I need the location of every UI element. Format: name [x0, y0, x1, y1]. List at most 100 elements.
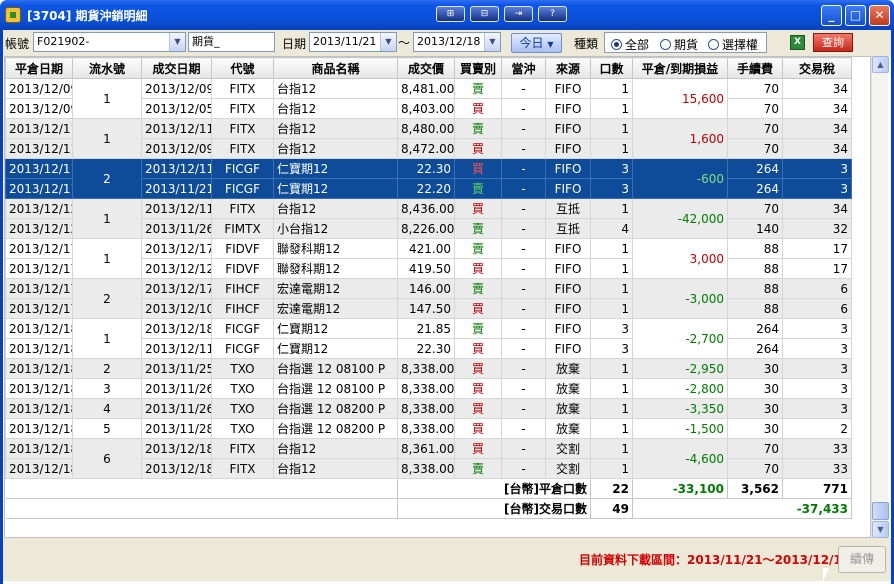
cell-code: FICGF — [211, 158, 274, 179]
continue-download-button[interactable]: 續傳 — [838, 546, 886, 573]
cell-seq: 5 — [72, 418, 142, 439]
cell-daytrade: - — [501, 158, 546, 179]
col-pnl[interactable]: 平倉/到期損益 — [632, 57, 728, 79]
cell-trade-date: 2013/12/09 — [141, 138, 212, 159]
table-row[interactable]: 2013/12/18 5 2013/11/28 TXO 台指選 12 08200 P 8,… — [5, 418, 852, 439]
cell-tax: 3 — [782, 358, 852, 379]
scroll-down-icon[interactable]: ▼ — [872, 521, 889, 538]
col-trade-date[interactable]: 成交日期 — [141, 57, 212, 79]
cell-tax: 32 — [782, 218, 852, 239]
table-row[interactable]: 2013/12/12 1 2013/12/11 FITX 台指12 8,436.00 買 - 互… — [5, 198, 852, 239]
cell-code: FITX — [211, 118, 274, 139]
cell-product-name: 聯發科期12 — [273, 238, 398, 259]
col-tax[interactable]: 交易稅 — [782, 57, 852, 79]
cell-close-date: 2013/12/18 — [5, 338, 73, 359]
excel-export-icon[interactable]: X — [790, 35, 805, 50]
type-option-label: 期貨 — [674, 38, 699, 52]
date-label: 日期 — [282, 37, 307, 51]
cell-tax: 34 — [782, 98, 852, 119]
chevron-down-icon[interactable]: ▼ — [380, 33, 396, 51]
minimize-button[interactable]: _ — [821, 5, 842, 26]
col-source[interactable]: 來源 — [545, 57, 591, 79]
col-fee[interactable]: 手續費 — [727, 57, 783, 79]
cell-side: 買 — [454, 338, 502, 359]
type-radio-all[interactable]: 全部 — [611, 36, 649, 53]
type-radio-futures[interactable]: 期貨 — [660, 36, 698, 53]
cell-qty: 1 — [590, 418, 633, 439]
col-qty[interactable]: 口數 — [590, 57, 633, 79]
title-bar[interactable]: [3704] 期貨沖銷明細 ⊞ ⊟ ⇥ ? _ □ ✕ — [0, 0, 894, 30]
col-close-date[interactable]: 平倉日期 — [5, 57, 73, 79]
query-button[interactable]: 查詢 — [813, 33, 853, 52]
col-price[interactable]: 成交價 — [397, 57, 455, 79]
table-row[interactable]: 2013/12/18 2 2013/11/25 TXO 台指選 12 08100 P 8,… — [5, 358, 852, 379]
cell-daytrade: - — [501, 338, 546, 359]
cell-product-name: 台指選 12 08200 P — [273, 398, 398, 419]
export-button[interactable]: ⇥ — [504, 6, 533, 22]
scroll-up-icon[interactable]: ▲ — [872, 56, 889, 73]
type-radio-options[interactable]: 選擇權 — [708, 36, 758, 53]
cell-fee: 88 — [727, 298, 783, 319]
cell-pnl: -2,700 — [632, 318, 728, 359]
maximize-button[interactable]: □ — [845, 5, 866, 26]
cell-seq: 2 — [72, 278, 142, 319]
cell-fee: 30 — [727, 378, 783, 399]
cell-side: 買 — [454, 438, 502, 459]
cell-product-name: 仁寶期12 — [273, 338, 398, 359]
help-button[interactable]: ? — [538, 6, 567, 22]
col-daytrade[interactable]: 當沖 — [501, 57, 546, 79]
col-side[interactable]: 買賣別 — [454, 57, 502, 79]
cell-daytrade: - — [501, 178, 546, 199]
split-view-button[interactable]: ⊟ — [470, 6, 499, 22]
cell-side: 買 — [454, 418, 502, 439]
cell-fee: 140 — [727, 218, 783, 239]
account-select[interactable]: F021902- ▼ — [33, 32, 186, 52]
col-product-name[interactable]: 商品名稱 — [273, 57, 398, 79]
scrollbar-thumb[interactable] — [872, 502, 889, 520]
cell-tax: 6 — [782, 278, 852, 299]
cell-close-date: 2013/12/11 — [5, 178, 73, 199]
cell-fee: 88 — [727, 258, 783, 279]
cell-close-date: 2013/12/12 — [5, 218, 73, 239]
cell-qty: 1 — [590, 438, 633, 459]
col-seq[interactable]: 流水號 — [72, 57, 142, 79]
cell-tax: 3 — [782, 378, 852, 399]
table-row[interactable]: 2013/12/09 1 2013/12/09 FITX 台指12 8,481.00 賣 - F… — [5, 78, 852, 119]
cell-tax: 34 — [782, 198, 852, 219]
cell-source: 放棄 — [545, 418, 591, 439]
date-to-picker[interactable]: 2013/12/18 ▼ — [413, 32, 501, 52]
cell-side: 買 — [454, 98, 502, 119]
cell-close-date: 2013/12/11 — [5, 138, 73, 159]
cell-trade-date: 2013/12/11 — [141, 338, 212, 359]
cell-product-name: 台指選 12 08200 P — [273, 418, 398, 439]
chevron-down-icon[interactable]: ▼ — [484, 33, 500, 51]
chevron-down-icon[interactable]: ▼ — [169, 33, 185, 51]
cell-product-name: 台指12 — [273, 138, 398, 159]
account-type-field[interactable]: 期貨_ — [188, 32, 275, 52]
cell-price: 421.00 — [397, 238, 455, 259]
cell-side: 買 — [454, 378, 502, 399]
account-label: 帳號 — [5, 37, 30, 51]
cell-code: FICGF — [211, 318, 274, 339]
cell-daytrade: - — [501, 98, 546, 119]
cell-trade-date: 2013/11/26 — [141, 218, 212, 239]
summary-row-close-qty: [台幣]平倉口數 22 -33,100 3,562 771 — [5, 478, 852, 499]
close-button[interactable]: ✕ — [869, 5, 890, 26]
table-row[interactable]: 2013/12/18 1 2013/12/18 FICGF 仁寶期12 21.85 賣 - FI… — [5, 318, 852, 359]
date-from-picker[interactable]: 2013/11/21 ▼ — [309, 32, 397, 52]
today-button[interactable]: 今日 ▼ — [511, 33, 562, 53]
cell-tax: 3 — [782, 158, 852, 179]
cell-seq: 1 — [72, 78, 142, 119]
layout-toggle-button[interactable]: ⊞ — [436, 6, 465, 22]
col-code[interactable]: 代號 — [211, 57, 274, 79]
table-row[interactable]: 2013/12/17 1 2013/12/17 FIDVF 聯發科期12 421.00 賣 -… — [5, 238, 852, 279]
table-row[interactable]: 2013/12/18 3 2013/11/26 TXO 台指選 12 08100 P 8,… — [5, 378, 852, 399]
table-row[interactable]: 2013/12/18 4 2013/11/26 TXO 台指選 12 08200 P 8,… — [5, 398, 852, 419]
type-label: 種類 — [574, 37, 599, 51]
cell-side: 賣 — [454, 178, 502, 199]
table-row[interactable]: 2013/12/18 6 2013/12/18 FITX 台指12 8,361.00 買 - 交… — [5, 438, 852, 479]
vertical-scrollbar[interactable]: ▲ ▼ — [871, 56, 889, 538]
table-row[interactable]: 2013/12/11 2 2013/12/11 FICGF 仁寶期12 22.30 買 - FI… — [5, 158, 852, 199]
table-row[interactable]: 2013/12/17 2 2013/12/17 FIHCF 宏達電期12 146.00 賣 -… — [5, 278, 852, 319]
table-row[interactable]: 2013/12/11 1 2013/12/11 FITX 台指12 8,480.00 賣 - F… — [5, 118, 852, 159]
